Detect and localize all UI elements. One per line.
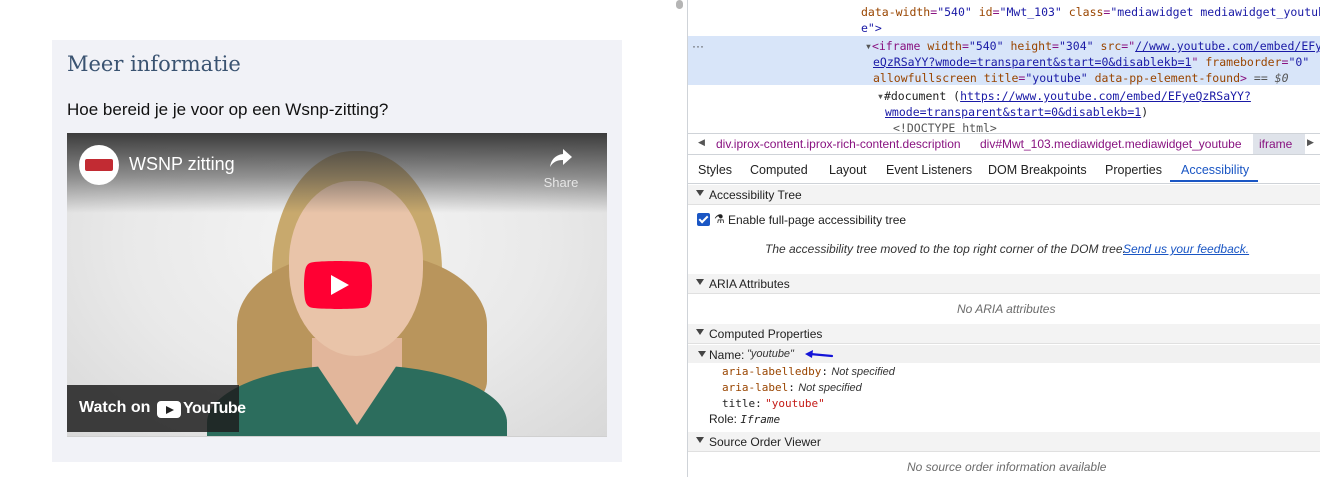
dom-line-document[interactable]: ▾#document (https://www.youtube.com/embe… bbox=[877, 88, 1251, 104]
more-options-icon[interactable]: ··· bbox=[692, 38, 704, 54]
experiment-flask-icon: ⚗ bbox=[714, 212, 725, 226]
youtube-video-embed[interactable]: WSNP zitting Share Watch on YouTube bbox=[67, 133, 607, 437]
active-tab-indicator bbox=[1170, 180, 1258, 182]
play-button[interactable] bbox=[304, 261, 372, 309]
computed-name-value: "youtube" bbox=[747, 348, 794, 360]
title-row: title: "youtube" bbox=[722, 397, 825, 410]
full-page-tree-label[interactable]: Enable full-page accessibility tree bbox=[728, 213, 906, 227]
dom-line-doctype[interactable]: <!DOCTYPE html> bbox=[893, 120, 997, 133]
role-row: Role: Iframe bbox=[709, 412, 781, 426]
share-button[interactable]: Share bbox=[537, 145, 585, 191]
tab-properties[interactable]: Properties bbox=[1105, 163, 1162, 177]
accessibility-tree-header[interactable]: Accessibility Tree bbox=[688, 185, 1320, 205]
collapse-triangle-icon bbox=[696, 437, 704, 443]
channel-avatar[interactable] bbox=[79, 145, 119, 185]
page-scrollbar-thumb[interactable] bbox=[676, 0, 683, 9]
tab-dom-breakpoints[interactable]: DOM Breakpoints bbox=[988, 163, 1087, 177]
video-title[interactable]: WSNP zitting bbox=[129, 154, 235, 175]
dom-line-div-end: e"> bbox=[861, 21, 882, 35]
annotation-arrow-icon bbox=[805, 350, 834, 358]
full-page-tree-checkbox[interactable] bbox=[697, 213, 710, 226]
channel-logo-icon bbox=[85, 159, 113, 171]
breadcrumb-item-description-div[interactable]: div.iprox-content.iprox-rich-content.des… bbox=[716, 137, 961, 151]
feedback-link[interactable]: Send us your feedback. bbox=[1123, 242, 1249, 256]
breadcrumb-item-mediawidget-div[interactable]: div#Mwt_103.mediawidget.mediawidget_yout… bbox=[980, 137, 1242, 151]
no-source-order-info: No source order information available bbox=[907, 460, 1107, 474]
breadcrumb-item-iframe[interactable]: iframe bbox=[1253, 134, 1305, 154]
presenter-neckline bbox=[317, 365, 397, 425]
breadcrumb-scroll-left-icon[interactable]: ◀ bbox=[698, 137, 705, 148]
sidebar-tabs: Styles Computed Layout Event Listeners D… bbox=[688, 158, 1320, 184]
tab-event-listeners[interactable]: Event Listeners bbox=[886, 163, 972, 177]
computed-properties-header[interactable]: Computed Properties bbox=[688, 324, 1320, 344]
tab-computed[interactable]: Computed bbox=[750, 163, 808, 177]
dom-line-iframe-3[interactable]: allowfullscreen title="youtube" data-pp-… bbox=[873, 70, 1289, 86]
share-label: Share bbox=[543, 175, 579, 190]
dom-line-document-2[interactable]: wmode=transparent&start=0&disablekb=1) bbox=[885, 104, 1148, 120]
computed-name-label: Name: bbox=[709, 348, 745, 362]
youtube-logo-text: YouTube bbox=[183, 400, 246, 417]
dom-line-iframe-2[interactable]: eQzRSaYY?wmode=transparent&start=0&disab… bbox=[873, 54, 1309, 70]
collapse-triangle-icon bbox=[696, 190, 704, 196]
tab-accessibility[interactable]: Accessibility bbox=[1181, 163, 1249, 177]
watch-on-youtube-button[interactable]: Watch on YouTube bbox=[67, 385, 246, 432]
aria-attributes-header[interactable]: ARIA Attributes bbox=[688, 274, 1320, 294]
expand-triangle-icon: ▾ bbox=[865, 39, 872, 53]
share-icon bbox=[550, 149, 572, 167]
devtools-panel: ··· data-width="540" id="Mwt_103" class=… bbox=[687, 0, 1320, 477]
web-page: Meer informatie Hoe bereid je je voor op… bbox=[0, 0, 680, 477]
dom-breadcrumb: ◀ div.iprox-content.iprox-rich-content.d… bbox=[688, 133, 1320, 155]
no-aria-attributes: No ARIA attributes bbox=[957, 302, 1056, 316]
info-box: Meer informatie Hoe bereid je je voor op… bbox=[52, 40, 622, 462]
tab-layout[interactable]: Layout bbox=[829, 163, 867, 177]
expand-triangle-icon: ▾ bbox=[877, 89, 884, 103]
video-divider bbox=[67, 436, 607, 437]
collapse-triangle-icon bbox=[696, 329, 704, 335]
video-question: Hoe bereid je je voor op een Wsnp-zittin… bbox=[67, 100, 389, 119]
tab-styles[interactable]: Styles bbox=[698, 163, 732, 177]
collapse-triangle-icon bbox=[696, 279, 704, 285]
tree-moved-note: The accessibility tree moved to the top … bbox=[765, 242, 1126, 256]
youtube-logo-icon bbox=[157, 401, 181, 418]
play-icon bbox=[304, 261, 372, 309]
aria-label-row: aria-label: Not specified bbox=[722, 381, 862, 394]
source-order-viewer-header[interactable]: Source Order Viewer bbox=[688, 432, 1320, 452]
dom-line-div[interactable]: data-width="540" id="Mwt_103" class="med… bbox=[861, 4, 1320, 20]
watch-on-label: Watch on bbox=[79, 399, 151, 416]
info-box-title: Meer informatie bbox=[67, 52, 241, 76]
expand-name-triangle-icon[interactable] bbox=[698, 351, 706, 357]
dom-line-iframe-1[interactable]: ▾<iframe width="540" height="304" src="/… bbox=[865, 38, 1320, 54]
breadcrumb-scroll-right-icon[interactable]: ▶ bbox=[1307, 137, 1314, 148]
youtube-logo: YouTube bbox=[157, 400, 246, 418]
dom-tree: ··· data-width="540" id="Mwt_103" class=… bbox=[688, 0, 1320, 133]
aria-labelledby-row: aria-labelledby: Not specified bbox=[722, 365, 895, 378]
